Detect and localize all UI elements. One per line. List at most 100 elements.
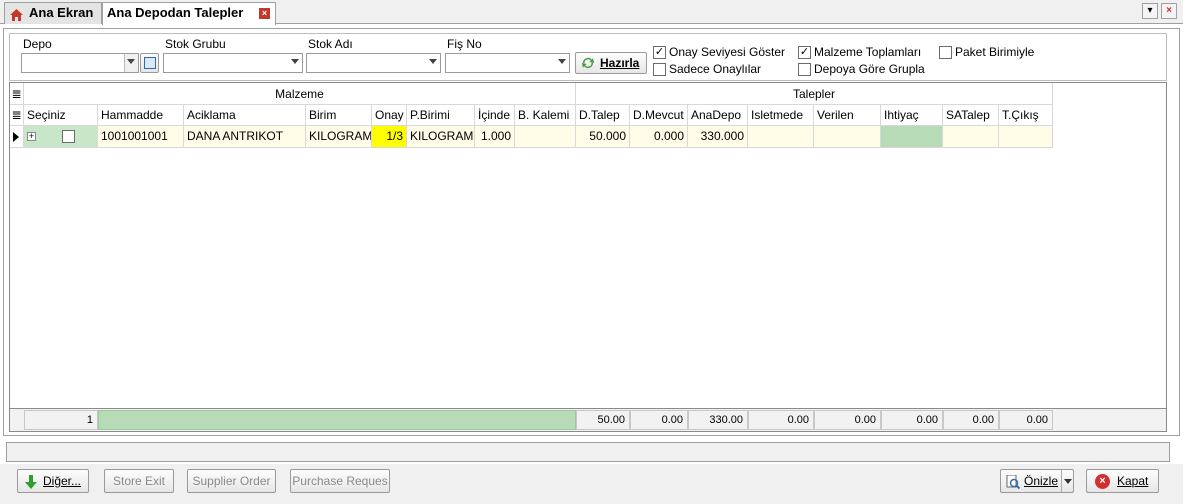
fis-no-combo[interactable] — [445, 53, 570, 73]
footer-isletmede: 0.00 — [748, 410, 814, 430]
col-seciniz[interactable]: Seçiniz — [24, 105, 98, 126]
hazirla-button[interactable]: Hazırla — [575, 52, 647, 74]
chevron-down-icon[interactable] — [1064, 479, 1072, 484]
anadepo-cell[interactable]: 330.000 — [688, 126, 748, 148]
col-d-mevcut[interactable]: D.Mevcut — [630, 105, 688, 126]
kapat-button[interactable]: × Kapat — [1086, 469, 1159, 493]
refresh-icon — [581, 56, 595, 70]
tab-label: Ana Depodan Talepler — [107, 5, 244, 20]
close-window-icon[interactable]: × — [1161, 3, 1177, 19]
b-kalemi-cell[interactable] — [515, 126, 576, 148]
depo-combo[interactable] — [21, 53, 139, 73]
col-p-birimi[interactable]: P.Birimi — [407, 105, 475, 126]
col-icinde[interactable]: İçinde — [475, 105, 515, 126]
col-b-kalemi[interactable]: B. Kalemi — [515, 105, 576, 126]
kapat-label: Kapat — [1117, 474, 1149, 488]
satalep-cell[interactable] — [943, 126, 999, 148]
verilen-cell[interactable] — [814, 126, 881, 148]
expand-icon[interactable]: + — [27, 132, 36, 141]
row-indicator-icon[interactable] — [10, 126, 24, 148]
col-verilen[interactable]: Verilen — [814, 105, 881, 126]
ihtiyac-cell[interactable] — [881, 126, 943, 148]
depo-lookup-button[interactable] — [140, 53, 159, 73]
footer-count: 1 — [24, 410, 98, 430]
tab-strip: Ana Ekran Ana Depodan Talepler × ▾ × — [0, 0, 1183, 25]
aciklama-cell[interactable]: DANA ANTRIKOT — [184, 126, 306, 148]
t-cikis-cell[interactable] — [999, 126, 1053, 148]
sadece-onaylilar-checkbox[interactable] — [653, 63, 666, 76]
row-select-checkbox[interactable] — [62, 130, 75, 143]
lookup-icon — [144, 57, 156, 69]
column-customize-icon[interactable]: ≣ — [10, 105, 24, 126]
col-aciklama[interactable]: Aciklama — [184, 105, 306, 126]
icinde-cell[interactable]: 1.000 — [475, 126, 515, 148]
store-exit-button[interactable]: Store Exit — [104, 469, 174, 493]
stok-adi-label: Stok Adı — [308, 37, 353, 51]
footer-verilen: 0.00 — [814, 410, 881, 430]
hammadde-cell[interactable]: 1001001001 — [98, 126, 184, 148]
purchase-request-button[interactable]: Purchase Reques — [290, 469, 390, 493]
depoya-gore-grupla-checkbox[interactable] — [798, 63, 811, 76]
paket-birimiyle-label: Paket Birimiyle — [955, 45, 1035, 59]
close-circle-icon: × — [1095, 474, 1110, 489]
talep-grid: ≣ Malzeme Talepler ≣ Seçiniz Hammadde Ac… — [9, 82, 1167, 432]
malzeme-toplamlari-label: Malzeme Toplamları — [814, 45, 922, 59]
arrow-down-icon — [24, 474, 38, 489]
fis-no-label: Fiş No — [447, 37, 482, 51]
footer-d-mevcut: 0.00 — [630, 410, 688, 430]
col-birim[interactable]: Birim — [306, 105, 372, 126]
tab-ana-ekran[interactable]: Ana Ekran — [4, 2, 102, 24]
col-onay[interactable]: Onay — [372, 105, 407, 126]
hazirla-label: Hazırla — [600, 56, 640, 70]
chevron-down-icon[interactable] — [558, 59, 566, 64]
footer-ihtiyac: 0.00 — [881, 410, 943, 430]
band-customize-icon[interactable]: ≣ — [10, 83, 24, 105]
diger-button[interactable]: Diğer... — [17, 469, 89, 493]
malzeme-toplamlari-checkbox[interactable]: ✓ — [798, 46, 811, 59]
onay-seviyesi-label: Onay Seviyesi Göster — [669, 45, 786, 59]
col-isletmede[interactable]: Isletmede — [748, 105, 814, 126]
footer-anadepo: 330.00 — [688, 410, 748, 430]
footer-satalep: 0.00 — [943, 410, 999, 430]
p-birimi-cell[interactable]: KILOGRAM — [407, 126, 475, 148]
footer-group-bar — [98, 410, 576, 430]
home-icon — [10, 7, 23, 21]
depoya-gore-grupla-label: Depoya Göre Grupla — [814, 62, 925, 76]
onizle-label: Önizle — [1024, 474, 1059, 488]
band-talepler: Talepler — [576, 83, 1053, 105]
footer-d-talep: 50.00 — [576, 410, 630, 430]
chevron-down-icon[interactable] — [127, 59, 135, 64]
tab-label: Ana Ekran — [29, 5, 94, 20]
chevron-down-icon[interactable]: ▾ — [1142, 3, 1158, 19]
onay-seviyesi-checkbox[interactable]: ✓ — [653, 46, 666, 59]
onay-cell[interactable]: 1/3 — [372, 126, 407, 148]
col-anadepo[interactable]: AnaDepo — [688, 105, 748, 126]
supplier-order-button[interactable]: Supplier Order — [187, 469, 276, 493]
tab-ana-depodan-talepler[interactable]: Ana Depodan Talepler × — [102, 2, 276, 25]
onizle-button[interactable]: Önizle — [1000, 469, 1074, 493]
preview-icon — [1006, 474, 1021, 490]
isletmede-cell[interactable] — [748, 126, 814, 148]
col-hammadde[interactable]: Hammadde — [98, 105, 184, 126]
d-mevcut-cell[interactable]: 0.000 — [630, 126, 688, 148]
filter-panel: Depo Stok Grubu Stok Adı Fiş No Hazırla … — [9, 33, 1167, 81]
col-d-talep[interactable]: D.Talep — [576, 105, 630, 126]
stok-adi-combo[interactable] — [306, 53, 441, 73]
chevron-down-icon[interactable] — [291, 59, 299, 64]
stok-grubu-combo[interactable] — [163, 53, 303, 73]
close-icon[interactable]: × — [259, 8, 270, 19]
depo-label: Depo — [23, 37, 52, 51]
footer-t-cikis: 0.00 — [999, 410, 1053, 430]
paket-birimiyle-checkbox[interactable] — [939, 46, 952, 59]
stok-grubu-label: Stok Grubu — [165, 37, 226, 51]
col-ihtiyac[interactable]: Ihtiyaç — [881, 105, 943, 126]
d-talep-cell[interactable]: 50.000 — [576, 126, 630, 148]
col-satalep[interactable]: SATalep — [943, 105, 999, 126]
bottom-toolbar: Diğer... Store Exit Supplier Order Purch… — [0, 464, 1183, 504]
col-t-cikis[interactable]: T.Çıkış — [999, 105, 1053, 126]
birim-cell[interactable]: KILOGRAM — [306, 126, 372, 148]
chevron-down-icon[interactable] — [429, 59, 437, 64]
diger-label: Diğer... — [43, 474, 82, 488]
seciniz-cell[interactable]: + — [24, 126, 98, 148]
sadece-onaylilar-label: Sadece Onaylılar — [669, 62, 762, 76]
